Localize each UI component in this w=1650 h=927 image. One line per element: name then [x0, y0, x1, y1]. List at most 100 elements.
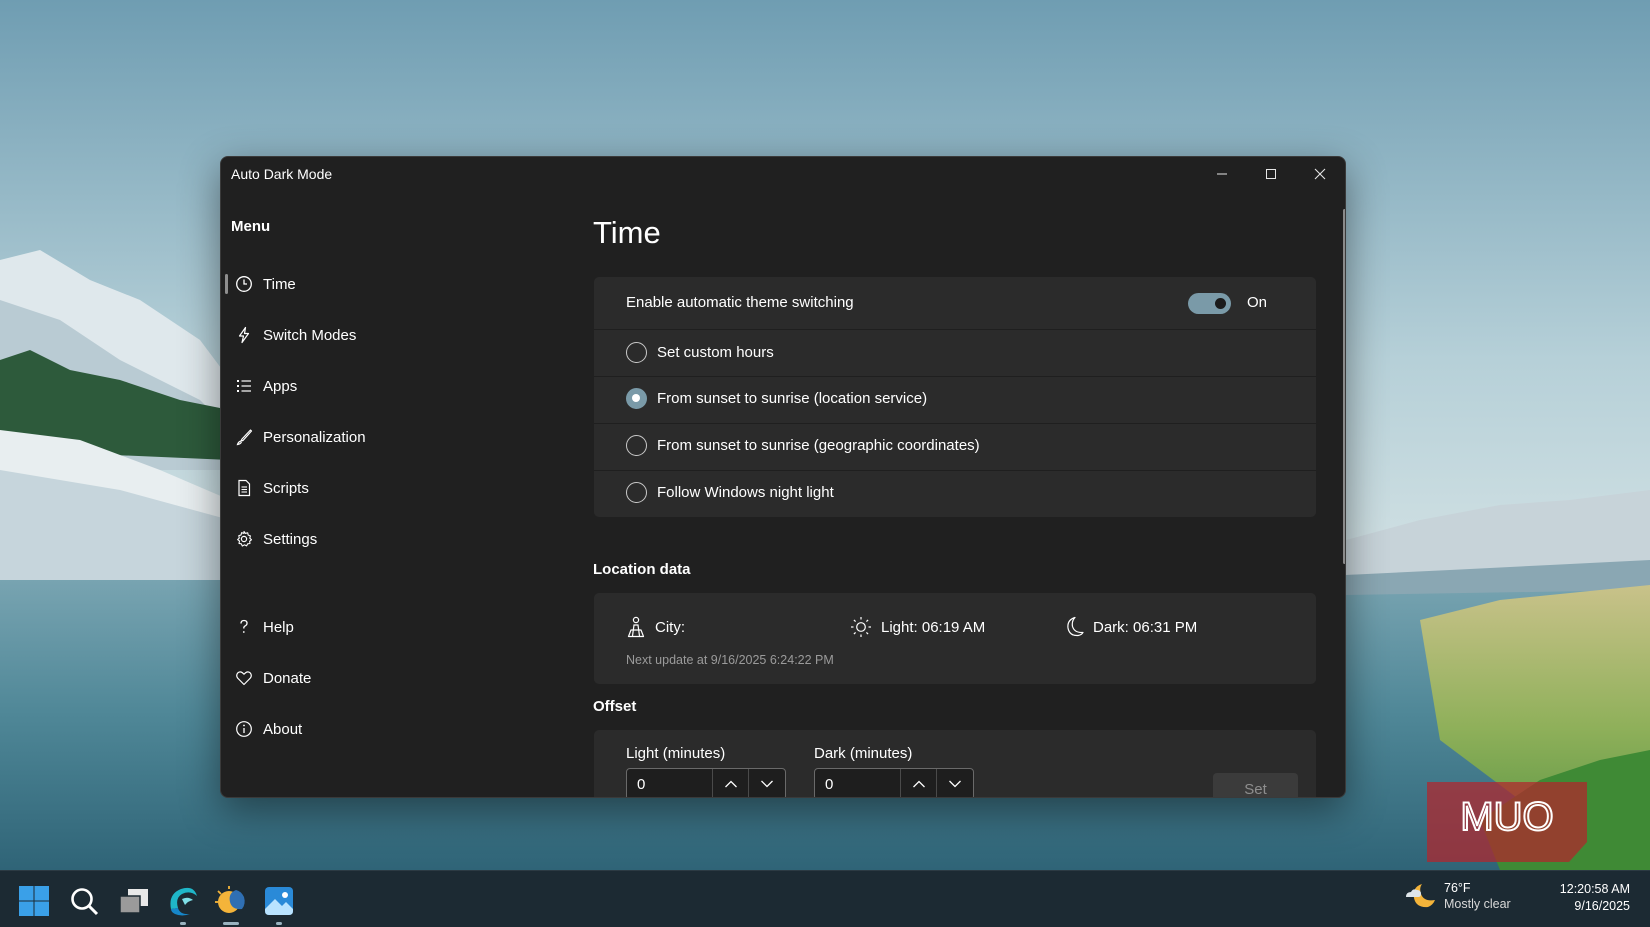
task-view-icon [119, 889, 148, 914]
sun-icon [851, 617, 871, 637]
lightning-icon [227, 326, 261, 344]
sidebar-item-label: Settings [263, 530, 318, 548]
sidebar-item-label: Help [263, 618, 294, 636]
option-night-light[interactable]: Follow Windows night light [594, 471, 1316, 517]
muo-logo: MUO [1427, 782, 1587, 862]
enable-switching-label: Enable automatic theme switching [626, 294, 854, 311]
svg-text:MUO: MUO [1460, 795, 1553, 839]
clock-time: 12:20:58 AM [1559, 882, 1630, 896]
light-offset-input[interactable]: 0 [627, 769, 713, 797]
location-section-title: Location data [593, 561, 691, 578]
sidebar-item-help[interactable]: Help [225, 607, 555, 647]
dark-offset-increment-button[interactable] [901, 769, 937, 797]
search-button[interactable] [64, 881, 104, 921]
light-offset-label: Light (minutes) [626, 745, 726, 762]
dark-offset-stepper[interactable]: 0 [814, 768, 974, 797]
radio-night-light[interactable] [626, 482, 647, 503]
sidebar-item-donate[interactable]: Donate [225, 658, 555, 698]
taskbar-clock[interactable]: 12:20:58 AM 9/16/2025 [1560, 881, 1630, 915]
brush-icon [227, 428, 261, 446]
radio-geographic-coordinates[interactable] [626, 435, 647, 456]
option-custom-hours[interactable]: Set custom hours [594, 330, 1316, 376]
page-title: Time [593, 215, 661, 250]
moon-cloud-icon [1406, 884, 1435, 908]
chevron-down-icon [949, 780, 961, 788]
question-icon [227, 618, 261, 636]
sidebar-item-time[interactable]: Time [225, 264, 555, 304]
next-update-text: Next update at 9/16/2025 6:24:22 PM [626, 653, 834, 667]
theme-switching-card: Enable automatic theme switching On Set … [594, 277, 1316, 517]
light-time-label: Light: 06:19 AM [881, 618, 986, 636]
photos-button[interactable] [259, 881, 299, 925]
dark-offset-input[interactable]: 0 [815, 769, 901, 797]
windows-start-button[interactable] [14, 881, 54, 921]
chevron-up-icon [912, 780, 925, 788]
photos-icon [265, 887, 293, 915]
light-time-info: Light: 06:19 AM [850, 616, 985, 638]
dark-time-label: Dark: 06:31 PM [1093, 618, 1198, 636]
radio-label: From sunset to sunrise (geographic coord… [657, 437, 980, 454]
auto-dark-mode-button[interactable] [211, 881, 251, 925]
sidebar-item-label: About [263, 720, 303, 738]
dark-time-info: Dark: 06:31 PM [1064, 616, 1197, 638]
sidebar-item-settings[interactable]: Settings [225, 519, 555, 559]
clock-date: 9/16/2025 [1574, 899, 1630, 913]
gear-icon [227, 530, 261, 548]
enable-switching-row: Enable automatic theme switching On [594, 277, 1316, 329]
content-scrollbar[interactable] [1343, 209, 1345, 564]
search-icon [71, 888, 99, 916]
main-content: Time Enable automatic theme switching On… [593, 157, 1333, 797]
radio-label: Follow Windows night light [657, 484, 834, 501]
sidebar: Menu Time Switch Modes Apps Personalizat… [221, 191, 561, 797]
app-window: Auto Dark Mode Menu Time Switch Modes Ap… [220, 156, 1346, 798]
city-info: City: [626, 616, 685, 638]
sidebar-item-apps[interactable]: Apps [225, 366, 555, 406]
weather-text: 76°F Mostly clear [1444, 881, 1511, 911]
sidebar-item-personalization[interactable]: Personalization [225, 417, 555, 457]
toggle-state-label: On [1247, 294, 1268, 311]
weather-widget[interactable]: 76°F Mostly clear [1402, 879, 1511, 913]
toggle-knob [1215, 298, 1226, 309]
info-icon [227, 720, 261, 738]
chevron-down-icon [761, 780, 773, 788]
sidebar-item-scripts[interactable]: Scripts [225, 468, 555, 508]
window-title: Auto Dark Mode [231, 166, 333, 182]
dark-offset-label: Dark (minutes) [814, 745, 913, 762]
radio-label: Set custom hours [657, 344, 774, 361]
option-location-service[interactable]: From sunset to sunrise (location service… [594, 377, 1316, 423]
option-geographic-coordinates[interactable]: From sunset to sunrise (geographic coord… [594, 424, 1316, 470]
taskbar: 76°F Mostly clear 12:20:58 AM 9/16/2025 [0, 870, 1650, 927]
light-offset-decrement-button[interactable] [749, 769, 785, 797]
sidebar-item-label: Personalization [263, 428, 366, 446]
weather-description: Mostly clear [1444, 897, 1511, 911]
radio-label: From sunset to sunrise (location service… [657, 390, 928, 407]
clock-icon [227, 275, 261, 293]
browser-icon [170, 887, 197, 916]
task-view-button[interactable] [114, 881, 154, 921]
heart-icon [227, 669, 261, 687]
list-icon [227, 377, 261, 395]
sidebar-item-label: Time [263, 275, 296, 293]
set-offset-button[interactable]: Set [1213, 773, 1298, 797]
windows-start-icon [19, 886, 49, 916]
sidebar-item-switch-modes[interactable]: Switch Modes [225, 315, 555, 355]
sidebar-item-label: Apps [263, 377, 298, 395]
person-pin-icon [627, 616, 645, 638]
radio-location-service[interactable] [626, 388, 647, 409]
auto-dark-mode-icon [215, 886, 245, 913]
browser-button[interactable] [163, 881, 203, 925]
offset-card: Light (minutes) 0 Dark (minutes) 0 Set [594, 730, 1316, 797]
sidebar-item-label: Scripts [263, 479, 309, 497]
light-offset-increment-button[interactable] [713, 769, 749, 797]
enable-switching-toggle[interactable] [1188, 293, 1231, 314]
sidebar-item-about[interactable]: About [225, 709, 555, 749]
dark-offset-decrement-button[interactable] [937, 769, 973, 797]
muo-watermark: MUO [1427, 782, 1587, 867]
city-label: City: [655, 618, 685, 636]
document-icon [227, 479, 261, 497]
radio-custom-hours[interactable] [626, 342, 647, 363]
moon-icon [1067, 616, 1084, 637]
menu-title: Menu [231, 218, 271, 235]
light-offset-stepper[interactable]: 0 [626, 768, 786, 797]
offset-section-title: Offset [593, 698, 637, 715]
